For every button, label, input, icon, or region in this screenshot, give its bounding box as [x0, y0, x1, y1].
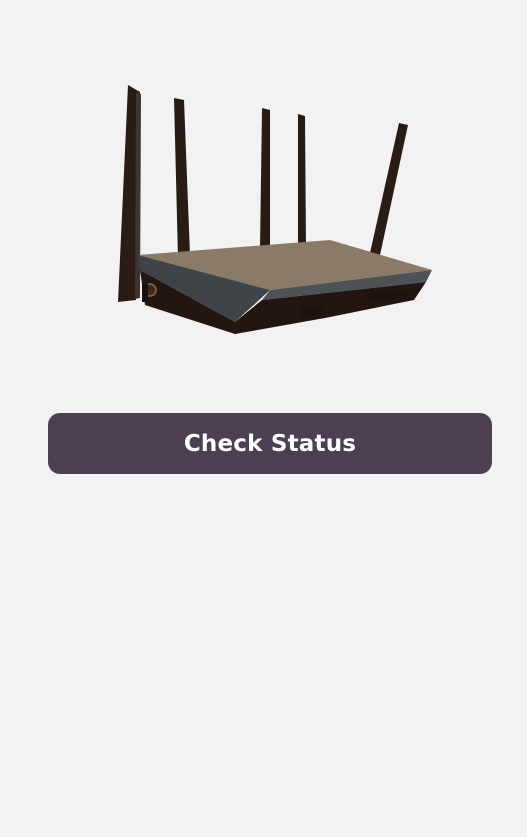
router-status-screen: Check Status [0, 0, 527, 837]
check-status-button[interactable]: Check Status [48, 413, 492, 474]
router-body [138, 240, 432, 334]
wifi-router-illustration [118, 85, 432, 334]
